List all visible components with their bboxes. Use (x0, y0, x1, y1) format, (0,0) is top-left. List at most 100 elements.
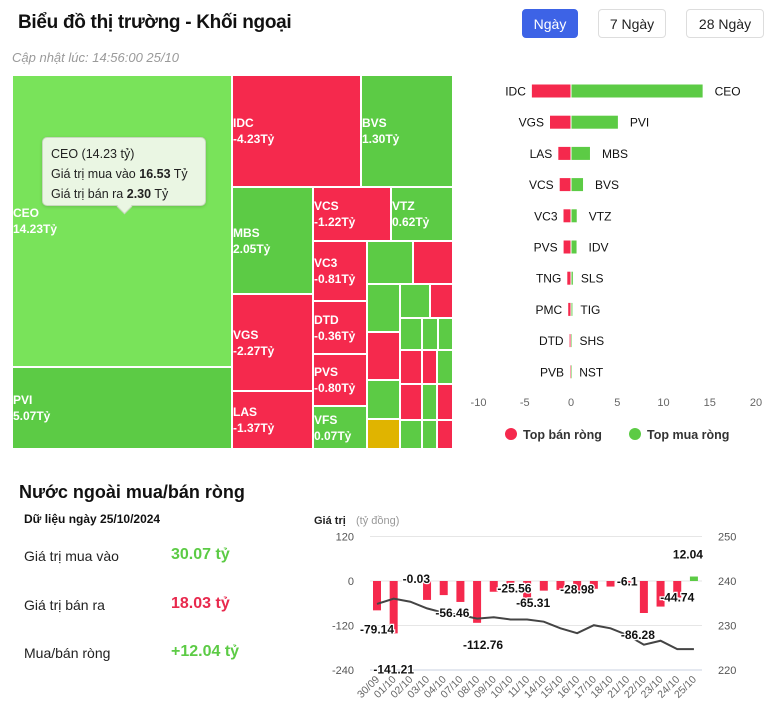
treemap-tile-small[interactable] (400, 350, 422, 384)
buy-bar (571, 240, 577, 254)
data-label: -112.76 (463, 638, 503, 652)
treemap-tile-bvs[interactable]: BVS 1.30Tỷ (361, 75, 453, 187)
net-bar (606, 581, 615, 587)
treemap-tile-small[interactable] (422, 350, 437, 384)
treemap-tile-dtd[interactable]: DTD -0.36Tỷ (313, 301, 367, 354)
sell-ticker-label: VC3 (534, 209, 558, 223)
buy-bar (571, 209, 577, 223)
legend-sell-label: Top bán ròng (523, 428, 602, 442)
net-bar (456, 581, 465, 602)
updated-time: Cập nhật lúc: 14:56:00 25/10 (12, 50, 179, 65)
treemap-tile-small[interactable] (422, 384, 437, 420)
net-bar (539, 581, 548, 591)
treemap-tile-small[interactable] (437, 384, 453, 420)
data-label: -86.28 (621, 628, 655, 642)
tile-ticker: PVI (13, 393, 33, 407)
treemap-tile-small[interactable] (437, 420, 453, 449)
sell-ticker-label: IDC (505, 85, 526, 99)
tile-ticker: BVS (362, 116, 387, 130)
net-bar (689, 576, 698, 581)
treemap-tile-small[interactable] (430, 284, 453, 318)
tile-ticker: VCS (314, 199, 339, 213)
treemap-tile-pvs[interactable]: PVS -0.80Tỷ (313, 354, 367, 406)
section-title: Nước ngoài mua/bán ròng (19, 482, 245, 502)
data-date: Dữ liệu ngày 25/10/2024 (24, 512, 161, 526)
buy-bar (571, 115, 618, 129)
tile-ticker: LAS (233, 405, 257, 419)
x-tick-label: 15 (704, 397, 716, 409)
buy-value-label: Giá trị mua vào (24, 548, 119, 564)
treemap-tile-small[interactable] (367, 380, 400, 419)
sell-ticker-label: PVB (540, 365, 564, 379)
buy-bar (571, 178, 584, 192)
treemap-tile-small[interactable] (438, 318, 453, 350)
treemap-tile-vcs[interactable]: VCS -1.22Tỷ (313, 187, 391, 241)
buy-bar (571, 146, 590, 160)
x-tick-label: 5 (614, 397, 620, 409)
treemap-tile-small[interactable] (400, 384, 422, 420)
sell-bar (563, 240, 571, 254)
tile-value: -2.27Tỷ (233, 343, 275, 358)
treemap-tile-mbs[interactable]: MBS 2.05Tỷ (232, 187, 313, 294)
y2-tick-label: 220 (718, 665, 736, 677)
treemap-tile-small[interactable] (367, 332, 400, 380)
treemap-tile-las[interactable]: LAS -1.37Tỷ (232, 391, 313, 449)
treemap-tile-small[interactable] (422, 318, 438, 350)
x-tick-label: 20 (750, 397, 762, 409)
tile-value: 1.30Tỷ (362, 132, 400, 146)
sell-bar (531, 84, 571, 98)
tab-7-days[interactable]: 7 Ngày (598, 9, 666, 38)
tile-value: 14.23Tỷ (13, 222, 58, 236)
treemap-tile-small[interactable] (437, 350, 453, 384)
sell-ticker-label: LAS (530, 147, 553, 161)
tile-value: -0.80Tỷ (314, 381, 356, 395)
treemap-tile-small[interactable] (367, 241, 413, 284)
treemap-tile-small[interactable] (367, 284, 400, 332)
sell-ticker-label: PMC (536, 303, 563, 317)
tab-day[interactable]: Ngày (522, 9, 578, 38)
treemap-tile-small[interactable] (400, 318, 422, 350)
sell-bar (567, 271, 571, 285)
sell-value: 18.03 tỷ (171, 595, 230, 612)
treemap-tile-vfs[interactable]: VFS 0.07Tỷ (313, 406, 367, 449)
y2-tick-label: 240 (718, 576, 736, 588)
buy-ticker-label: PVI (630, 116, 649, 130)
net-bar (439, 581, 448, 596)
buy-ticker-label: VTZ (589, 209, 612, 223)
y-axis-title: Giá trị (314, 515, 346, 527)
data-label: -79.14 (360, 622, 394, 636)
treemap-tile-small[interactable] (367, 419, 400, 449)
legend-buy-marker (629, 428, 641, 440)
treemap-tile-small[interactable] (422, 420, 437, 449)
x-tick-label: -10 (471, 397, 487, 409)
x-tick-label: 0 (568, 397, 574, 409)
buy-ticker-label: TIG (580, 303, 600, 317)
data-label: 12.04 (673, 548, 703, 562)
tile-ticker: DTD (314, 312, 339, 327)
treemap-tile-vc3[interactable]: VC3 -0.81Tỷ (313, 241, 367, 301)
page-title: Biểu đồ thị trường - Khối ngoại (18, 12, 292, 33)
tab-28-days[interactable]: 28 Ngày (686, 9, 764, 38)
buy-ticker-label: MBS (602, 147, 628, 161)
buy-ticker-label: SHS (579, 334, 604, 348)
treemap-tile-vgs[interactable]: VGS -2.27Tỷ (232, 294, 313, 391)
treemap-tile-pvi[interactable]: PVI 5.07Tỷ (12, 367, 232, 449)
treemap-tile-ceo[interactable]: CEO 14.23Tỷ (12, 75, 232, 367)
treemap-tile-small[interactable] (400, 284, 430, 318)
treemap-tile-small[interactable] (413, 241, 453, 284)
treemap-tile-small[interactable] (400, 420, 422, 449)
treemap-tile-idc[interactable]: IDC -4.23Tỷ (232, 75, 361, 187)
x-tick-label: -5 (520, 397, 530, 409)
tile-value: -1.37Tỷ (233, 421, 275, 435)
data-label: -141.21 (373, 662, 414, 676)
data-label: -25.56 (497, 581, 531, 595)
y-tick-label: -240 (332, 665, 354, 677)
treemap-tile-vtz[interactable]: VTZ 0.62Tỷ (391, 187, 453, 241)
y2-tick-label: 250 (718, 532, 736, 544)
tile-ticker: MBS (233, 225, 260, 240)
y2-tick-label: 230 (718, 621, 736, 633)
tile-ticker: VTZ (392, 199, 415, 213)
sell-ticker-label: DTD (539, 334, 564, 348)
daily-net-chart: Giá trị (tỷ đồng)120 250 0 240 -120 230 -240 220… (314, 515, 736, 701)
tile-value: 5.07Tỷ (13, 409, 51, 423)
